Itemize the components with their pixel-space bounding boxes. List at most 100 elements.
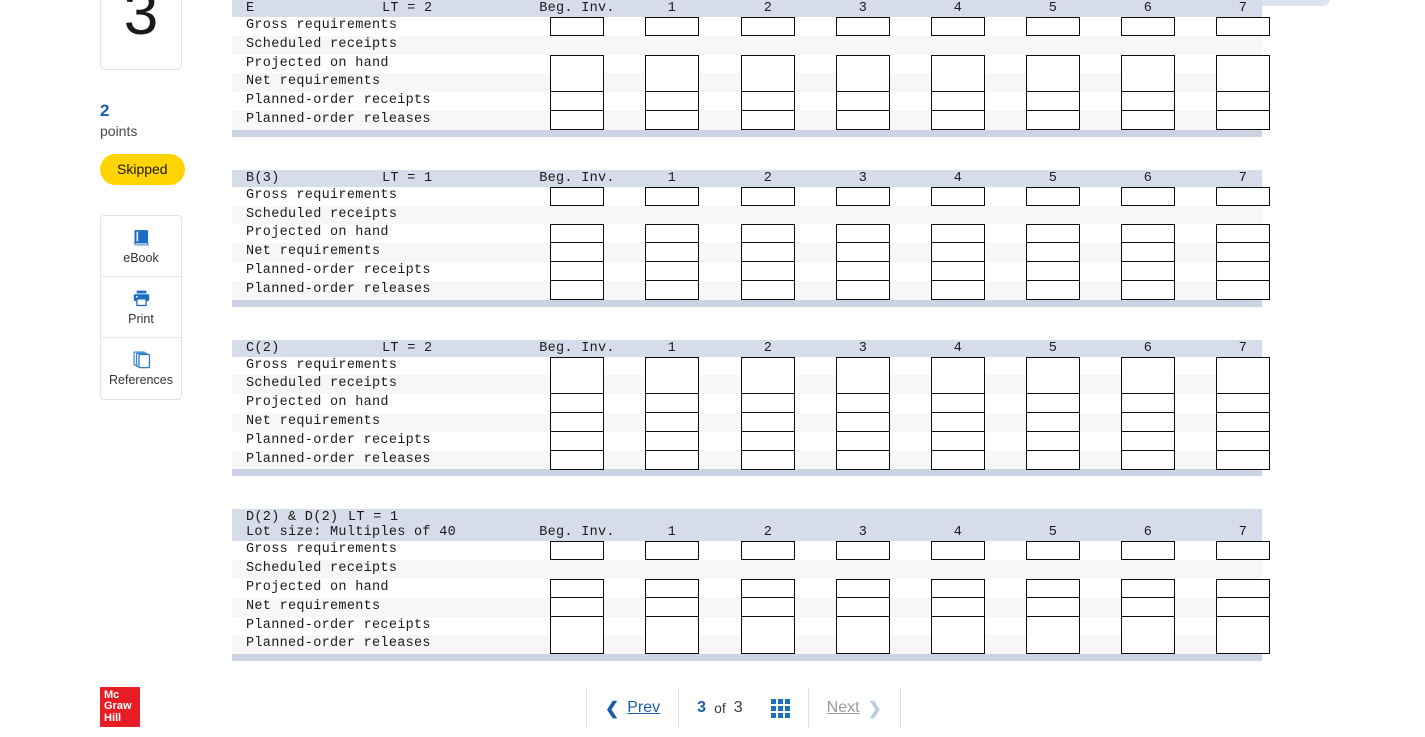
cell-input[interactable] xyxy=(645,578,699,598)
print-button[interactable]: Print xyxy=(101,277,181,338)
cell-input[interactable] xyxy=(645,394,699,414)
cell-input[interactable] xyxy=(741,110,795,130)
cell-input[interactable] xyxy=(550,375,604,395)
cell-input[interactable] xyxy=(836,412,890,432)
cell-input[interactable] xyxy=(931,597,985,617)
cell-input[interactable] xyxy=(836,280,890,300)
cell-input[interactable] xyxy=(550,450,604,470)
cell-input[interactable] xyxy=(550,110,604,130)
cell-input[interactable] xyxy=(1121,616,1175,636)
cell-input[interactable] xyxy=(645,73,699,93)
cell-input[interactable] xyxy=(741,431,795,451)
cell-input[interactable] xyxy=(1216,394,1270,414)
cell-input[interactable] xyxy=(741,17,795,36)
cell-input[interactable] xyxy=(1026,73,1080,93)
cell-input[interactable] xyxy=(1216,412,1270,432)
cell-input[interactable] xyxy=(645,186,699,206)
cell-input[interactable] xyxy=(1121,578,1175,598)
cell-input[interactable] xyxy=(836,186,890,206)
cell-input[interactable] xyxy=(1026,375,1080,395)
cell-input[interactable] xyxy=(931,92,985,112)
cell-input[interactable] xyxy=(836,450,890,470)
cell-input[interactable] xyxy=(1216,450,1270,470)
references-button[interactable]: References xyxy=(101,338,181,399)
cell-input[interactable] xyxy=(1216,17,1270,36)
cell-input[interactable] xyxy=(741,54,795,74)
cell-input[interactable] xyxy=(1026,224,1080,244)
cell-input[interactable] xyxy=(931,224,985,244)
cell-input[interactable] xyxy=(1026,243,1080,263)
cell-input[interactable] xyxy=(550,54,604,74)
cell-input[interactable] xyxy=(836,110,890,130)
cell-input[interactable] xyxy=(1026,92,1080,112)
cell-input[interactable] xyxy=(1121,597,1175,617)
cell-input[interactable] xyxy=(741,578,795,598)
cell-input[interactable] xyxy=(1216,375,1270,395)
cell-input[interactable] xyxy=(741,450,795,470)
cell-input[interactable] xyxy=(836,224,890,244)
cell-input[interactable] xyxy=(836,73,890,93)
cell-input[interactable] xyxy=(741,243,795,263)
cell-input[interactable] xyxy=(645,92,699,112)
cell-input[interactable] xyxy=(550,261,604,281)
cell-input[interactable] xyxy=(931,186,985,206)
cell-input[interactable] xyxy=(741,92,795,112)
cell-input[interactable] xyxy=(1121,186,1175,206)
cell-input[interactable] xyxy=(741,394,795,414)
cell-input[interactable] xyxy=(1026,431,1080,451)
cell-input[interactable] xyxy=(1216,73,1270,93)
cell-input[interactable] xyxy=(931,431,985,451)
cell-input[interactable] xyxy=(550,541,604,561)
cell-input[interactable] xyxy=(550,17,604,36)
cell-input[interactable] xyxy=(550,431,604,451)
cell-input[interactable] xyxy=(1026,17,1080,36)
cell-input[interactable] xyxy=(1216,635,1270,655)
cell-input[interactable] xyxy=(645,597,699,617)
cell-input[interactable] xyxy=(836,394,890,414)
cell-input[interactable] xyxy=(931,280,985,300)
cell-input[interactable] xyxy=(1026,54,1080,74)
cell-input[interactable] xyxy=(931,394,985,414)
cell-input[interactable] xyxy=(1026,541,1080,561)
cell-input[interactable] xyxy=(645,54,699,74)
cell-input[interactable] xyxy=(1121,394,1175,414)
cell-input[interactable] xyxy=(1121,73,1175,93)
cell-input[interactable] xyxy=(1121,412,1175,432)
cell-input[interactable] xyxy=(645,17,699,36)
cell-input[interactable] xyxy=(1121,431,1175,451)
next-segment[interactable]: Next ❯ xyxy=(809,688,901,728)
cell-input[interactable] xyxy=(645,280,699,300)
cell-input[interactable] xyxy=(1026,635,1080,655)
cell-input[interactable] xyxy=(1216,186,1270,206)
cell-input[interactable] xyxy=(1216,356,1270,376)
cell-input[interactable] xyxy=(1216,616,1270,636)
cell-input[interactable] xyxy=(550,635,604,655)
cell-input[interactable] xyxy=(836,635,890,655)
cell-input[interactable] xyxy=(1026,412,1080,432)
cell-input[interactable] xyxy=(1026,280,1080,300)
cell-input[interactable] xyxy=(741,541,795,561)
cell-input[interactable] xyxy=(741,224,795,244)
cell-input[interactable] xyxy=(931,73,985,93)
cell-input[interactable] xyxy=(645,224,699,244)
cell-input[interactable] xyxy=(550,92,604,112)
cell-input[interactable] xyxy=(931,54,985,74)
cell-input[interactable] xyxy=(741,635,795,655)
cell-input[interactable] xyxy=(1216,54,1270,74)
prev-segment[interactable]: ❮ Prev xyxy=(586,688,680,728)
cell-input[interactable] xyxy=(836,261,890,281)
cell-input[interactable] xyxy=(645,375,699,395)
cell-input[interactable] xyxy=(1121,356,1175,376)
cell-input[interactable] xyxy=(836,578,890,598)
cell-input[interactable] xyxy=(550,394,604,414)
cell-input[interactable] xyxy=(645,110,699,130)
cell-input[interactable] xyxy=(931,541,985,561)
cell-input[interactable] xyxy=(1026,450,1080,470)
cell-input[interactable] xyxy=(931,578,985,598)
cell-input[interactable] xyxy=(550,280,604,300)
prev-button[interactable]: Prev xyxy=(627,699,660,717)
cell-input[interactable] xyxy=(1121,92,1175,112)
cell-input[interactable] xyxy=(1121,375,1175,395)
cell-input[interactable] xyxy=(645,431,699,451)
cell-input[interactable] xyxy=(645,635,699,655)
